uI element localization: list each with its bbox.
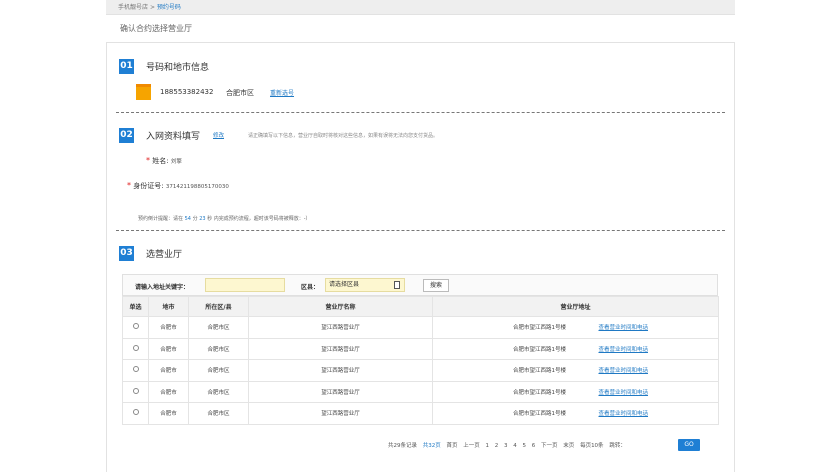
page-5-link[interactable]: 5 bbox=[523, 443, 527, 449]
edit-info-link[interactable]: 修改 bbox=[213, 131, 224, 139]
step-2-badge: 02 bbox=[119, 128, 134, 143]
name-value: 刘擎 bbox=[170, 159, 182, 165]
phone-number: 18855338243­2 bbox=[160, 88, 214, 96]
city-cell: 合肥市 bbox=[148, 380, 189, 403]
page-6-link[interactable]: 6 bbox=[532, 443, 536, 449]
breadcrumb: 手机靓号店 > 预约号码 bbox=[106, 0, 735, 15]
countdown-suffix: 秒 内完成预约流程，超时该号码将被释放：-） bbox=[207, 216, 311, 222]
go-button[interactable]: GO bbox=[678, 439, 700, 451]
col-city: 地市 bbox=[148, 296, 189, 317]
address-cell: 合肥市望江西路1号楼 bbox=[432, 359, 599, 382]
countdown-reminder: 预约倒计提醒：请在 54 分 23 秒 内完成预约流程，超时该号码将被释放：-） bbox=[138, 215, 311, 222]
hall-name-cell: 望江西路营业厅 bbox=[248, 402, 433, 425]
district-label: 区县： bbox=[301, 284, 320, 291]
table-row[interactable]: 合肥市 合肥市区 望江西路营业厅 合肥市望江西路1号楼 查看营业时间和电话 bbox=[122, 337, 720, 360]
keyword-input[interactable] bbox=[205, 278, 285, 292]
page-1-link[interactable]: 1 bbox=[486, 443, 490, 449]
total-records: 共29条记录 bbox=[388, 443, 417, 449]
reselect-number-link[interactable]: 重新选号 bbox=[270, 88, 294, 97]
page-4-link[interactable]: 4 bbox=[513, 443, 517, 449]
id-label: 身份证号: bbox=[133, 182, 164, 190]
select-radio[interactable] bbox=[132, 387, 139, 394]
col-select: 单选 bbox=[122, 296, 149, 317]
select-radio[interactable] bbox=[132, 344, 139, 351]
view-hours-link[interactable]: 查看营业时间和电话 bbox=[599, 325, 649, 331]
col-hall-address: 营业厅地址 bbox=[431, 296, 720, 317]
page-2-link[interactable]: 2 bbox=[495, 443, 499, 449]
pagination: 共29条记录 共32页 首页 上一页 1 2 3 4 5 6 下一页 末页 每页… bbox=[388, 441, 630, 449]
district-cell: 合肥市区 bbox=[188, 402, 249, 425]
section-divider bbox=[116, 112, 725, 113]
id-value: 371421198805170030 bbox=[165, 184, 229, 190]
step-1-title: 号码和地市信息 bbox=[146, 63, 210, 73]
table-header-row: 单选 地市 所在区/县 营业厅名称 营业厅地址 bbox=[122, 296, 720, 317]
address-cell: 合肥市望江西路1号楼 bbox=[432, 337, 599, 360]
required-star-icon: * bbox=[146, 156, 150, 165]
district-cell: 合肥市区 bbox=[188, 316, 249, 339]
view-hours-link[interactable]: 查看营业时间和电话 bbox=[599, 347, 649, 353]
countdown-min-unit: 分 bbox=[192, 216, 198, 222]
total-pages: 共32页 bbox=[422, 443, 441, 449]
name-label: 姓名: bbox=[152, 157, 169, 165]
countdown-prefix: 预约倒计提醒：请在 bbox=[138, 216, 184, 222]
dropdown-icon bbox=[394, 281, 400, 289]
breadcrumb-separator: > bbox=[149, 4, 155, 11]
address-cell: 合肥市望江西路1号楼 bbox=[432, 402, 599, 425]
step-1-badge: 01 bbox=[119, 59, 134, 74]
table-row[interactable]: 合肥市 合肥市区 望江西路营业厅 合肥市望江西路1号楼 查看营业时间和电话 bbox=[122, 402, 720, 425]
city-cell: 合肥市 bbox=[148, 337, 189, 360]
keyword-label: 请输入地址关键字： bbox=[135, 284, 190, 291]
table-row[interactable]: 合肥市 合肥市区 望江西路营业厅 合肥市望江西路1号楼 查看营业时间和电话 bbox=[122, 380, 720, 403]
hall-name-cell: 望江西路营业厅 bbox=[248, 337, 433, 360]
page-title: 确认合约选择营业厅 bbox=[120, 24, 192, 33]
district-cell: 合肥市区 bbox=[188, 380, 249, 403]
hall-table: 单选 地市 所在区/县 营业厅名称 营业厅地址 合肥市 合肥市区 望江西路营业厅… bbox=[122, 296, 720, 425]
col-hall-name: 营业厅名称 bbox=[248, 296, 433, 317]
step-3-badge: 03 bbox=[119, 246, 134, 261]
countdown-minutes: 54 bbox=[184, 216, 191, 222]
view-hours-link[interactable]: 查看营业时间和电话 bbox=[599, 368, 649, 374]
hall-name-cell: 望江西路营业厅 bbox=[248, 316, 433, 339]
view-hours-link[interactable]: 查看营业时间和电话 bbox=[599, 390, 649, 396]
district-select-value: 请选择区县 bbox=[329, 281, 360, 288]
select-radio[interactable] bbox=[132, 323, 139, 330]
jump-label: 跳转： bbox=[609, 443, 626, 449]
section-divider bbox=[116, 230, 725, 231]
city-cell: 合肥市 bbox=[148, 316, 189, 339]
view-hours-link[interactable]: 查看营业时间和电话 bbox=[599, 411, 649, 417]
hall-name-cell: 望江西路营业厅 bbox=[248, 359, 433, 382]
address-cell: 合肥市望江西路1号楼 bbox=[432, 316, 599, 339]
last-page-link[interactable]: 末页 bbox=[563, 443, 574, 449]
breadcrumb-root[interactable]: 手机靓号店 bbox=[118, 4, 148, 11]
select-radio[interactable] bbox=[132, 366, 139, 373]
search-button[interactable]: 搜索 bbox=[423, 279, 449, 292]
district-cell: 合肥市区 bbox=[188, 337, 249, 360]
select-radio[interactable] bbox=[132, 409, 139, 416]
first-page-link[interactable]: 首页 bbox=[447, 443, 458, 449]
id-row: * 身份证号: 371421198805170030 bbox=[127, 181, 229, 191]
district-select[interactable]: 请选择区县 bbox=[325, 278, 405, 292]
address-cell: 合肥市望江西路1号楼 bbox=[432, 380, 599, 403]
table-row[interactable]: 合肥市 合肥市区 望江西路营业厅 合肥市望江西路1号楼 查看营业时间和电话 bbox=[122, 359, 720, 382]
page-3-link[interactable]: 3 bbox=[504, 443, 508, 449]
step-2-title: 入网资料填写 bbox=[146, 132, 201, 142]
per-page-text: 每页10条 bbox=[580, 443, 604, 449]
phone-icon bbox=[136, 84, 151, 100]
city-text: 合肥市区 bbox=[226, 89, 254, 97]
name-row: * 姓名: 刘擎 bbox=[146, 156, 182, 166]
step-3-title: 选营业厅 bbox=[146, 250, 183, 260]
district-cell: 合肥市区 bbox=[188, 359, 249, 382]
required-star-icon: * bbox=[127, 181, 131, 190]
city-cell: 合肥市 bbox=[148, 402, 189, 425]
breadcrumb-current: 预约号码 bbox=[156, 4, 181, 11]
city-cell: 合肥市 bbox=[148, 359, 189, 382]
next-page-link[interactable]: 下一页 bbox=[541, 443, 558, 449]
info-hint: 请正确填写以下信息，营业厅自取时将核对这些信息，如果有误将无法向您支付货品。 bbox=[248, 133, 439, 139]
prev-page-link[interactable]: 上一页 bbox=[463, 443, 480, 449]
col-district: 所在区/县 bbox=[188, 296, 249, 317]
table-row[interactable]: 合肥市 合肥市区 望江西路营业厅 合肥市望江西路1号楼 查看营业时间和电话 bbox=[122, 316, 720, 339]
countdown-seconds: 23 bbox=[199, 216, 206, 222]
hall-name-cell: 望江西路营业厅 bbox=[248, 380, 433, 403]
search-bar: 请输入地址关键字： 区县： 请选择区县 搜索 bbox=[122, 274, 718, 296]
